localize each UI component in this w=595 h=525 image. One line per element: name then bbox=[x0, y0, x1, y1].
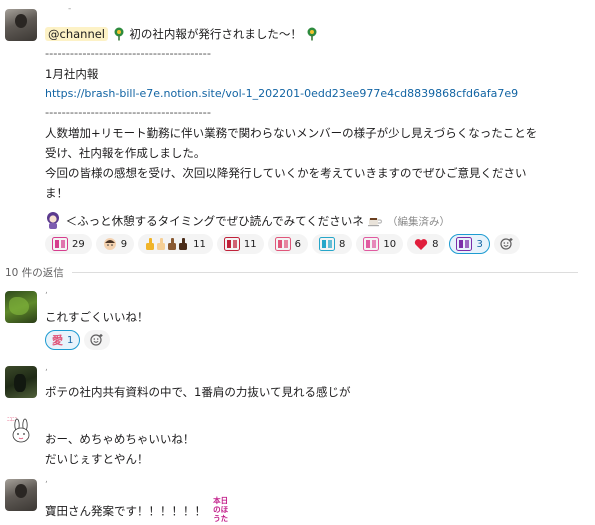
add-reaction-button[interactable] bbox=[493, 234, 520, 254]
sender-dot: , bbox=[45, 363, 48, 373]
announce-text: 初の社内報が発行されました〜！ bbox=[129, 27, 302, 41]
avatar[interactable] bbox=[5, 479, 37, 511]
reply-text: だいじぇすとやん！ bbox=[45, 452, 149, 466]
reaction-chip[interactable]: 愛 1 bbox=[45, 330, 81, 350]
stamp-icon bbox=[274, 237, 291, 251]
reply-text-content: 寶田さん発案です！！！！！！ bbox=[45, 504, 206, 518]
announce-line: @channel 初の社内報が発行されました〜！ bbox=[45, 26, 319, 42]
love-stamp-icon: 愛 bbox=[52, 333, 63, 347]
separator: ---------------------------------------- bbox=[45, 105, 211, 119]
reaction-chip[interactable]: 11 bbox=[216, 234, 264, 254]
stamp-icon bbox=[363, 237, 380, 251]
avatar[interactable] bbox=[5, 291, 37, 323]
character-icon bbox=[47, 212, 59, 229]
edited-label: （編集済み） bbox=[387, 216, 451, 228]
reaction-chip[interactable]: 6 bbox=[267, 234, 308, 254]
sender-dot: - bbox=[68, 4, 72, 14]
replies-count[interactable]: 10 件の返信 bbox=[5, 265, 64, 280]
reaction-count: 29 bbox=[72, 238, 85, 250]
reaction-count: 10 bbox=[383, 238, 397, 250]
face-icon bbox=[103, 237, 117, 251]
add-emoji-icon bbox=[90, 334, 103, 346]
body-line: ま！ bbox=[45, 186, 68, 200]
divider bbox=[71, 272, 578, 273]
reply-text: これすごくいいね！ bbox=[45, 310, 149, 324]
stamp-icon bbox=[456, 237, 473, 251]
reaction-chip[interactable]: 29 bbox=[45, 234, 92, 254]
reaction-count: 11 bbox=[243, 238, 257, 250]
coffee-icon bbox=[368, 218, 383, 227]
avatar[interactable] bbox=[5, 9, 37, 41]
reaction-chip[interactable]: 3 bbox=[449, 234, 490, 254]
add-emoji-icon bbox=[500, 238, 513, 250]
avatar[interactable]: ﾆｺﾆｺ bbox=[5, 414, 37, 446]
heart-icon bbox=[414, 238, 428, 251]
reaction-chip[interactable]: 10 bbox=[356, 234, 404, 254]
replies-divider[interactable]: 10 件の返信 bbox=[5, 265, 578, 280]
body-line: 受け、社内報を作成しました。 bbox=[45, 146, 206, 160]
avatar[interactable] bbox=[5, 366, 37, 398]
reaction-count: 8 bbox=[338, 238, 346, 250]
stamp-icon bbox=[52, 237, 68, 251]
reaction-count: 8 bbox=[432, 238, 439, 250]
stamp-icon bbox=[223, 237, 240, 251]
thumbs-up-icon bbox=[145, 237, 189, 251]
sender-dot: , bbox=[45, 475, 48, 485]
reaction-chip[interactable]: 8 bbox=[311, 234, 353, 254]
reaction-count: 9 bbox=[120, 238, 128, 250]
reaction-chip[interactable]: 11 bbox=[138, 234, 213, 254]
reaction-count: 6 bbox=[294, 238, 301, 250]
note-text: ＜ふっと休憩するタイミングでぜひ読んでみてくださいネ bbox=[65, 214, 364, 228]
newsletter-link[interactable]: https://brash-bill-e7e.notion.site/vol-1… bbox=[45, 86, 518, 102]
reactions-bar: 29 9 11 11 6 8 10 8 3 bbox=[45, 234, 520, 254]
reaction-chip[interactable]: 9 bbox=[95, 234, 135, 254]
add-reaction-button[interactable] bbox=[84, 330, 111, 350]
reaction-count: 3 bbox=[476, 238, 483, 250]
body-line: 人数増加+リモート勤務に伴い業務で関わらないメンバーの様子が少し見えづらくなった… bbox=[45, 126, 538, 140]
note-line: ＜ふっと休憩するタイミングでぜひ読んでみてくださいネ （編集済み） bbox=[44, 211, 450, 230]
stamp-icon bbox=[318, 237, 335, 251]
reactions-bar: 愛 1 bbox=[45, 330, 111, 350]
separator: ---------------------------------------- bbox=[45, 46, 211, 60]
reply-text: 寶田さん発案です！！！！！！ 本日のほうた bbox=[45, 496, 232, 523]
stamp-icon: 本日のほうた bbox=[213, 496, 229, 523]
pin-icon bbox=[114, 27, 124, 41]
reaction-count: 1 bbox=[67, 334, 74, 346]
reaction-count: 11 bbox=[193, 238, 206, 250]
body-line: 今回の皆様の感想を受け、次回以降発行していくかを考えていきますのでぜひご意見くだ… bbox=[45, 166, 527, 180]
channel-mention[interactable]: @channel bbox=[45, 27, 109, 41]
pin-icon bbox=[307, 27, 317, 41]
reply-text: おー、めちゃめちゃいいね！ bbox=[45, 432, 195, 446]
rabbit-icon: ﾆｺﾆｺ bbox=[7, 417, 30, 443]
reaction-chip[interactable]: 8 bbox=[407, 234, 446, 254]
newsletter-title: 1月社内報 bbox=[45, 67, 99, 81]
reply-text: ポテの社内共有資料の中で、1番肩の力抜いて見れる感じが bbox=[45, 385, 351, 399]
sender-dot: , bbox=[45, 286, 48, 296]
